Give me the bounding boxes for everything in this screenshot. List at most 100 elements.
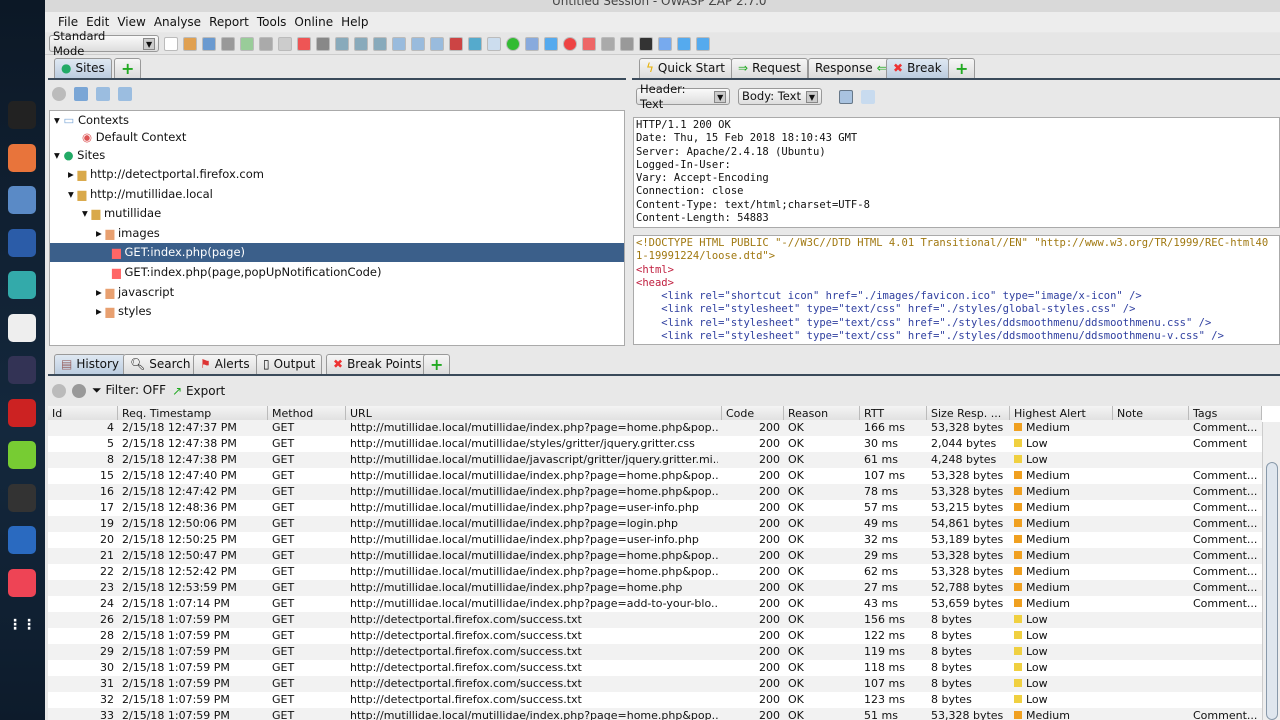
encoder-icon[interactable]: [601, 36, 615, 51]
split-vertical-icon[interactable]: [839, 90, 853, 104]
tab-sites[interactable]: ● Sites: [54, 58, 112, 78]
menu-help[interactable]: Help: [337, 12, 372, 32]
snapshot-icon[interactable]: [221, 36, 235, 51]
hint-icon[interactable]: [487, 36, 501, 51]
filter-button[interactable]: ⏷ Filter: OFF: [92, 383, 166, 398]
folder-mutillidae[interactable]: ▾ ▆ mutillidae: [82, 204, 161, 223]
new-context-icon[interactable]: [74, 87, 88, 101]
armitage-icon[interactable]: [8, 271, 36, 299]
new-alert-icon[interactable]: [278, 36, 292, 51]
table-row[interactable]: 17 2/15/18 12:48:36 PM GET http://mutillida…: [48, 500, 1262, 516]
table-row[interactable]: 29 2/15/18 1:07:59 PM GET http://detectport…: [48, 644, 1262, 660]
open-session-icon[interactable]: [183, 36, 197, 51]
tab-output[interactable]: ▯ Output: [256, 354, 323, 374]
import-context-icon[interactable]: [96, 87, 110, 101]
table-row[interactable]: 4 2/15/18 12:47:37 PM GET http://mutillidae…: [48, 420, 1262, 436]
table-row[interactable]: 16 2/15/18 12:47:42 PM GET http://mutillida…: [48, 484, 1262, 500]
console-icon[interactable]: [639, 36, 653, 51]
add-tab-button[interactable]: +: [948, 58, 976, 78]
layout-3-icon[interactable]: [373, 36, 387, 51]
firefox-icon[interactable]: [8, 143, 36, 172]
table-row[interactable]: 23 2/15/18 12:53:59 PM GET http://mutillida…: [48, 580, 1262, 596]
help-icon[interactable]: [658, 36, 672, 51]
continue-icon[interactable]: [544, 36, 558, 51]
tabs-2-icon[interactable]: [411, 36, 425, 51]
plugins-icon[interactable]: [468, 36, 482, 51]
tab-alerts[interactable]: ⚑ Alerts: [193, 354, 257, 374]
add-tab-button[interactable]: +: [423, 354, 451, 374]
mode-select[interactable]: Standard Mode ▼: [49, 29, 159, 58]
files-icon[interactable]: [8, 186, 36, 214]
export-context-icon[interactable]: [118, 87, 132, 101]
tabs-1-icon[interactable]: [392, 36, 406, 51]
tab-history[interactable]: ▤ History: [54, 354, 127, 374]
export-button[interactable]: ↗ Export: [172, 384, 225, 398]
leafpad-icon[interactable]: [8, 483, 36, 512]
options-icon[interactable]: [259, 36, 273, 51]
layout-1-icon[interactable]: [335, 36, 349, 51]
layout-2-icon[interactable]: [354, 36, 368, 51]
maltego-icon[interactable]: [8, 313, 36, 342]
table-row[interactable]: 15 2/15/18 12:47:40 PM GET http://mutillida…: [48, 468, 1262, 484]
metasploit-icon[interactable]: [8, 228, 36, 257]
tab-quick-start[interactable]: ϟ Quick Start: [639, 58, 732, 78]
response-header-text[interactable]: HTTP/1.1 200 OK Date: Thu, 15 Feb 2018 1…: [633, 117, 1280, 228]
tab-break[interactable]: ✖ Break: [886, 58, 949, 78]
folder-styles[interactable]: ▸ ▆ styles: [96, 302, 152, 321]
check-updates-icon[interactable]: [696, 36, 710, 51]
menu-analyse[interactable]: Analyse: [150, 12, 205, 32]
tab-request[interactable]: ⇒ Request: [731, 58, 808, 78]
properties-icon[interactable]: [240, 36, 254, 51]
faraday-icon[interactable]: [8, 398, 36, 427]
tab-break-points[interactable]: ✖ Break Points: [326, 354, 429, 374]
folder-javascript[interactable]: ▸ ▆ javascript: [96, 283, 174, 302]
default-context-node[interactable]: ◉ Default Context: [82, 128, 186, 147]
table-row[interactable]: 31 2/15/18 1:07:59 PM GET http://detectport…: [48, 676, 1262, 692]
table-row[interactable]: 32 2/15/18 1:07:59 PM GET http://detectport…: [48, 692, 1262, 708]
folder-images[interactable]: ▸ ▆ images: [96, 224, 160, 243]
sites-node[interactable]: ▾ ● Sites: [54, 146, 105, 165]
table-row[interactable]: 33 2/15/18 1:07:59 PM GET http://mutillidae…: [48, 708, 1262, 720]
table-row[interactable]: 8 2/15/18 12:47:38 PM GET http://mutillidae…: [48, 452, 1262, 468]
menu-online[interactable]: Online: [290, 12, 337, 32]
save-session-icon[interactable]: [202, 36, 216, 51]
terminal-icon[interactable]: [8, 101, 36, 129]
manual-request-icon[interactable]: [316, 36, 330, 51]
step-icon[interactable]: [525, 36, 539, 51]
site-detectportal[interactable]: ▸ ▆ http://detectportal.firefox.com: [68, 165, 264, 184]
vertical-scrollbar[interactable]: [1262, 422, 1280, 720]
add-tab-button[interactable]: +: [114, 58, 142, 78]
add-breakpoint-icon[interactable]: [582, 36, 596, 51]
plugin-refresh-icon[interactable]: [677, 36, 691, 51]
burp-icon[interactable]: [8, 568, 36, 597]
tab-search[interactable]: 🔍︎ Search: [123, 354, 198, 374]
split-horizontal-icon[interactable]: [861, 90, 875, 104]
node-get-index-page[interactable]: ▆ GET:index.php(page): [50, 243, 624, 262]
node-get-index-popup[interactable]: ▆ GET:index.php(page,popUpNotificationCo…: [112, 263, 381, 282]
body-format-select[interactable]: Body: Text ▼: [738, 88, 822, 105]
notes-icon[interactable]: [8, 441, 36, 469]
beef-icon[interactable]: [8, 356, 36, 384]
site-mutillidae[interactable]: ▾ ▆ http://mutillidae.local: [68, 185, 213, 204]
table-row[interactable]: 21 2/15/18 12:50:47 PM GET http://mutillida…: [48, 548, 1262, 564]
target-icon[interactable]: [52, 383, 66, 398]
drop-icon[interactable]: [563, 36, 577, 51]
scan-policy-icon[interactable]: [449, 36, 463, 51]
tabs-3-icon[interactable]: [430, 36, 444, 51]
clear-icon[interactable]: [72, 383, 86, 398]
table-row[interactable]: 24 2/15/18 1:07:14 PM GET http://mutillidae…: [48, 596, 1262, 612]
scrollbar-thumb[interactable]: [1266, 462, 1278, 720]
table-row[interactable]: 26 2/15/18 1:07:59 PM GET http://detectport…: [48, 612, 1262, 628]
delete-alert-icon[interactable]: [297, 36, 311, 51]
break-all-icon[interactable]: [506, 36, 520, 51]
tab-response[interactable]: Response ⇐: [808, 58, 894, 78]
header-format-select[interactable]: Header: Text ▼: [636, 82, 730, 111]
table-row[interactable]: 5 2/15/18 12:47:38 PM GET http://mutillidae…: [48, 436, 1262, 452]
table-row[interactable]: 28 2/15/18 1:07:59 PM GET http://detectport…: [48, 628, 1262, 644]
table-row[interactable]: 19 2/15/18 12:50:06 PM GET http://mutillida…: [48, 516, 1262, 532]
target-icon[interactable]: [52, 87, 66, 101]
fuzz-icon[interactable]: [620, 36, 634, 51]
response-body-text[interactable]: <!DOCTYPE HTML PUBLIC "-//W3C//DTD HTML …: [633, 235, 1280, 345]
table-row[interactable]: 30 2/15/18 1:07:59 PM GET http://detectport…: [48, 660, 1262, 676]
apps-grid-icon[interactable]: ⋮⋮: [8, 611, 36, 639]
